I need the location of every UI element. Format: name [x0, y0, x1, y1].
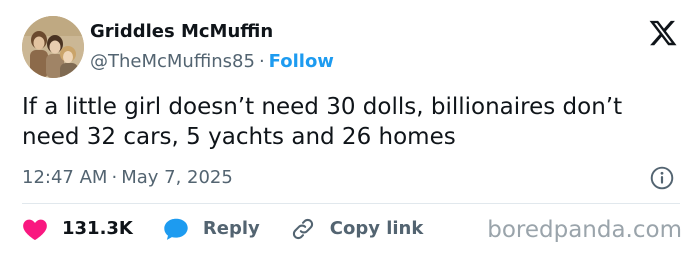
- reply-label: Reply: [202, 218, 260, 239]
- author-info: Griddles McMuffin @TheMcMuffins85 · Follow: [90, 20, 334, 75]
- x-logo-icon[interactable]: [648, 18, 678, 48]
- divider: [22, 203, 680, 204]
- heart-icon: [23, 219, 47, 241]
- speech-bubble-icon: [164, 218, 188, 240]
- tweet-time: 12:47 AM: [22, 167, 108, 188]
- handle-row: @TheMcMuffins85 · Follow: [90, 49, 334, 75]
- action-bar: 131.3K Reply Copy link: [22, 215, 453, 243]
- tweet-date: May 7, 2025: [121, 167, 233, 188]
- tweet-timestamp[interactable]: 12:47 AM · May 7, 2025: [22, 166, 233, 190]
- separator-dot: ·: [258, 51, 265, 72]
- tweet-text: If a little girl doesn’t need 30 dolls, …: [22, 94, 623, 150]
- avatar[interactable]: [22, 16, 84, 78]
- like-button[interactable]: 131.3K: [22, 217, 133, 241]
- link-icon: [292, 218, 313, 240]
- copy-link-label: Copy link: [329, 218, 424, 239]
- copy-link-button[interactable]: Copy link: [290, 216, 424, 242]
- follow-button[interactable]: Follow: [269, 51, 334, 72]
- tweet-header: Griddles McMuffin @TheMcMuffins85 · Follow: [22, 16, 680, 80]
- avatar-photo: [22, 16, 84, 78]
- reply-button[interactable]: Reply: [163, 217, 260, 241]
- like-count: 131.3K: [62, 218, 133, 239]
- display-name[interactable]: Griddles McMuffin: [90, 20, 334, 44]
- watermark: boredpanda.com: [487, 217, 682, 243]
- separator-dot: ·: [111, 167, 118, 188]
- info-icon[interactable]: [649, 165, 675, 191]
- handle[interactable]: @TheMcMuffins85: [90, 51, 255, 72]
